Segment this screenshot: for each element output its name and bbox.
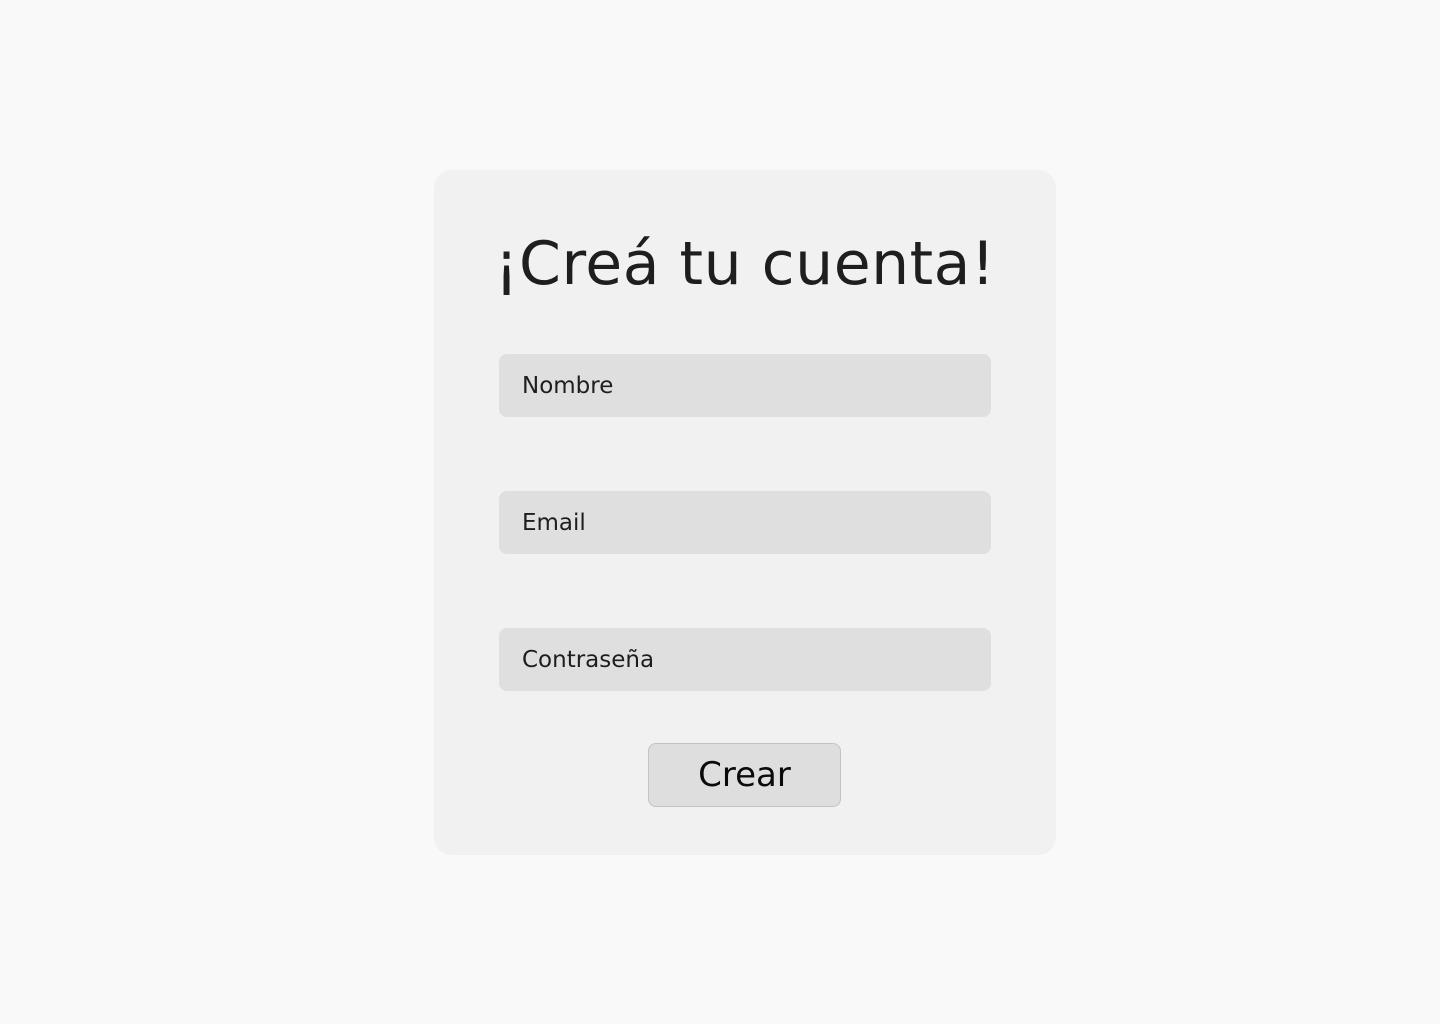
password-field[interactable]: [499, 628, 991, 691]
create-account-button[interactable]: Crear: [648, 743, 841, 807]
page-title: ¡Creá tu cuenta!: [494, 229, 996, 299]
name-field[interactable]: [499, 354, 991, 417]
page: ¡Creá tu cuenta! Crear: [0, 0, 1440, 1024]
email-field[interactable]: [499, 491, 991, 554]
